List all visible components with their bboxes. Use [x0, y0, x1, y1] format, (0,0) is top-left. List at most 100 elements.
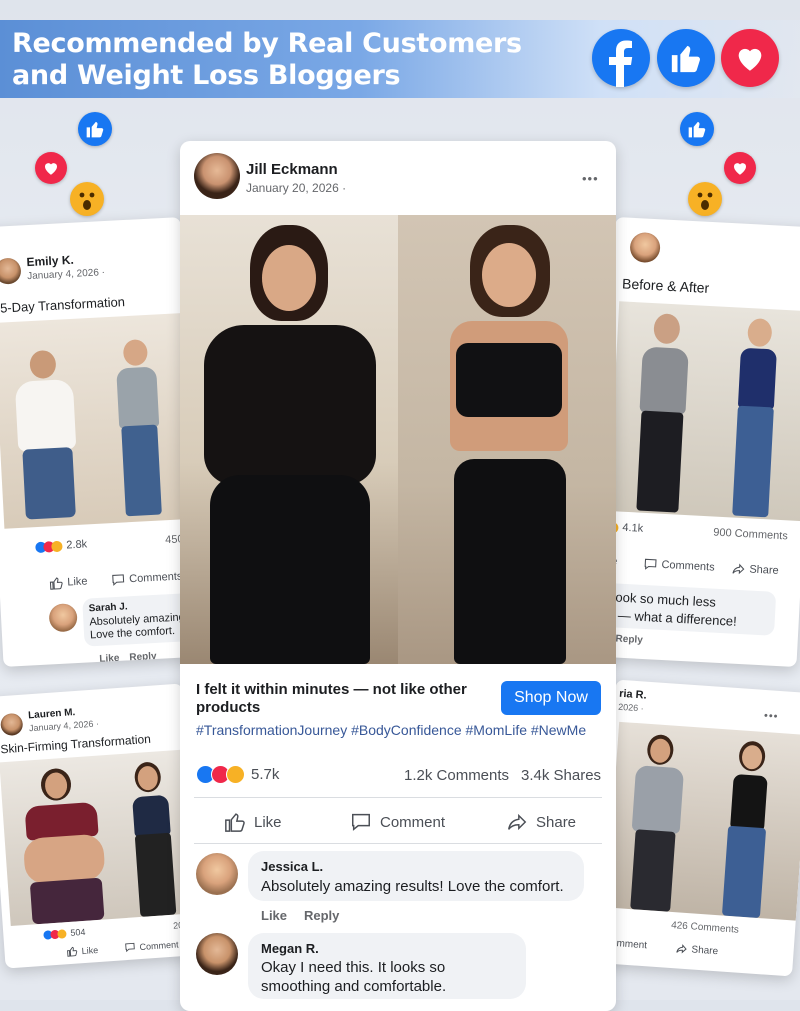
- comment-bubble-icon: [112, 574, 125, 586]
- comment-reply-link[interactable]: Reply: [615, 634, 643, 646]
- like-button[interactable]: Like: [49, 574, 88, 590]
- comment-count[interactable]: 426 Comments: [671, 920, 739, 936]
- more-options-icon[interactable]: •••: [764, 710, 779, 723]
- floating-heart-icon-right: [724, 152, 756, 184]
- reaction-summary[interactable]: 5.7k: [196, 765, 279, 784]
- post-date: January 4, 2026 ·: [26, 267, 106, 283]
- comment-text-line1: u look so much less: [601, 588, 717, 610]
- commenter-avatar[interactable]: [196, 853, 238, 895]
- after-figure: [722, 317, 788, 520]
- reaction-count: 504: [70, 926, 86, 938]
- share-label: Share: [536, 813, 577, 831]
- after-figure: [120, 760, 187, 918]
- shop-now-button[interactable]: Shop Now: [501, 681, 601, 715]
- commenter-name[interactable]: Sarah J.: [88, 601, 127, 614]
- comments-button[interactable]: Comments: [111, 569, 183, 587]
- banner-title: Recommended by Real Customers and Weight…: [12, 28, 572, 92]
- comment-like-link[interactable]: Like: [99, 653, 120, 665]
- post-card-before-after: Before & After 4.1k 900 Comments ke Comm…: [592, 216, 800, 668]
- divider: [194, 797, 602, 798]
- before-after-photo[interactable]: [180, 215, 616, 664]
- avatar[interactable]: [0, 712, 24, 737]
- comment-button[interactable]: Comment: [350, 811, 445, 833]
- wow-reaction-icon: [226, 765, 245, 784]
- like-button[interactable]: Like: [66, 944, 98, 957]
- banner-title-line2: and Weight Loss Bloggers: [12, 60, 401, 91]
- share-button[interactable]: Share: [506, 811, 576, 833]
- share-arrow-icon: [508, 813, 527, 831]
- comment-bubble: Megan R. Okay I need this. It looks so s…: [248, 933, 526, 999]
- floating-like-icon-right: [680, 112, 714, 146]
- share-label: Share: [691, 943, 719, 957]
- like-button[interactable]: Like: [224, 811, 282, 833]
- before-figure: [626, 312, 698, 515]
- post-date: 2026 ·: [617, 701, 645, 714]
- author-avatar[interactable]: [194, 153, 240, 199]
- comments-label: Comments: [661, 558, 715, 574]
- share-count[interactable]: 3.4k Shares: [521, 767, 601, 784]
- post-card-main: Jill Eckmann January 20, 2026 · ••• I fe…: [180, 141, 616, 1011]
- comment-count[interactable]: 900 Comments: [713, 527, 788, 543]
- floating-wow-icon: [70, 182, 104, 216]
- comment-text-line2: smoothing and comfortable.: [261, 978, 447, 995]
- post-card-emily: Emily K. January 4, 2026 · 45-Day Transf…: [0, 217, 204, 667]
- reaction-count: 4.1k: [622, 521, 644, 535]
- commenter-avatar[interactable]: [196, 933, 238, 975]
- reaction-count: 5.7k: [251, 766, 280, 783]
- comment-count[interactable]: 1.2k Comments: [404, 767, 509, 784]
- post-title: 45-Day Transformation: [0, 294, 126, 316]
- post-author[interactable]: Lauren M.: [28, 707, 76, 721]
- thumbs-up-outline-icon: [67, 946, 78, 957]
- comment-bubble-icon: [352, 813, 370, 831]
- comment-button[interactable]: Comment: [124, 938, 179, 953]
- before-figure: [16, 765, 111, 925]
- before-figure: [9, 349, 84, 528]
- reaction-summary[interactable]: 504: [43, 927, 86, 940]
- post-card-maria: ria R. 2026 · ••• 426 Comments Comment S…: [596, 679, 800, 977]
- commenter-name[interactable]: Jessica L.: [261, 859, 323, 874]
- comments-button[interactable]: Comments: [643, 557, 715, 575]
- comment-bubble: Jessica L. Absolutely amazing results! L…: [248, 851, 584, 901]
- reaction-icons: [35, 540, 63, 553]
- like-label: Like: [67, 575, 88, 589]
- comment-bubble-icon: [125, 942, 135, 953]
- post-hashtags[interactable]: #TransformationJourney #BodyConfidence #…: [196, 722, 586, 738]
- comment-text-line1: Okay I need this. It looks so: [261, 959, 446, 976]
- post-author[interactable]: Jill Eckmann: [246, 161, 338, 178]
- thumbs-up-outline-icon: [225, 813, 245, 832]
- reaction-summary[interactable]: 2.8k: [35, 538, 87, 553]
- share-label: Share: [749, 563, 780, 577]
- comment-reply-link[interactable]: Reply: [304, 908, 339, 923]
- share-arrow-icon: [732, 563, 745, 575]
- after-figure: [105, 338, 174, 523]
- reaction-count: 2.8k: [66, 538, 88, 552]
- comment-label: Comment: [380, 813, 446, 831]
- like-label: Like: [81, 944, 99, 956]
- reaction-icons: [43, 928, 67, 940]
- commenter-avatar[interactable]: [48, 603, 78, 633]
- post-photo[interactable]: [0, 749, 197, 927]
- post-photo[interactable]: [606, 721, 800, 921]
- comment-bubble: Sarah J. Absolutely amazing Love the com…: [82, 592, 195, 647]
- divider: [194, 843, 602, 844]
- like-label: Like: [254, 813, 282, 831]
- comment-reply-link[interactable]: Reply: [129, 651, 157, 663]
- commenter-name[interactable]: Megan R.: [261, 941, 319, 956]
- avatar[interactable]: [629, 231, 661, 264]
- post-author[interactable]: ria R.: [619, 688, 647, 702]
- after-figure: [414, 225, 604, 664]
- comment-like-link[interactable]: Like: [261, 908, 287, 923]
- floating-wow-icon-right: [688, 182, 722, 216]
- comment-label: Comment: [139, 938, 179, 952]
- comment-text: Absolutely amazing results! Love the com…: [261, 878, 564, 895]
- post-photo[interactable]: [0, 313, 195, 529]
- share-button[interactable]: Share: [675, 942, 719, 957]
- share-button[interactable]: Share: [731, 562, 779, 578]
- comments-label: Comments: [128, 570, 183, 586]
- more-options-icon[interactable]: •••: [582, 171, 599, 186]
- banner-title-line1: Recommended by Real Customers: [12, 28, 522, 59]
- avatar[interactable]: [0, 257, 22, 285]
- post-photo[interactable]: [608, 301, 800, 522]
- post-author[interactable]: Emily K.: [26, 253, 74, 269]
- comment-bubble: u look so much less ffy — what a differe…: [594, 582, 777, 636]
